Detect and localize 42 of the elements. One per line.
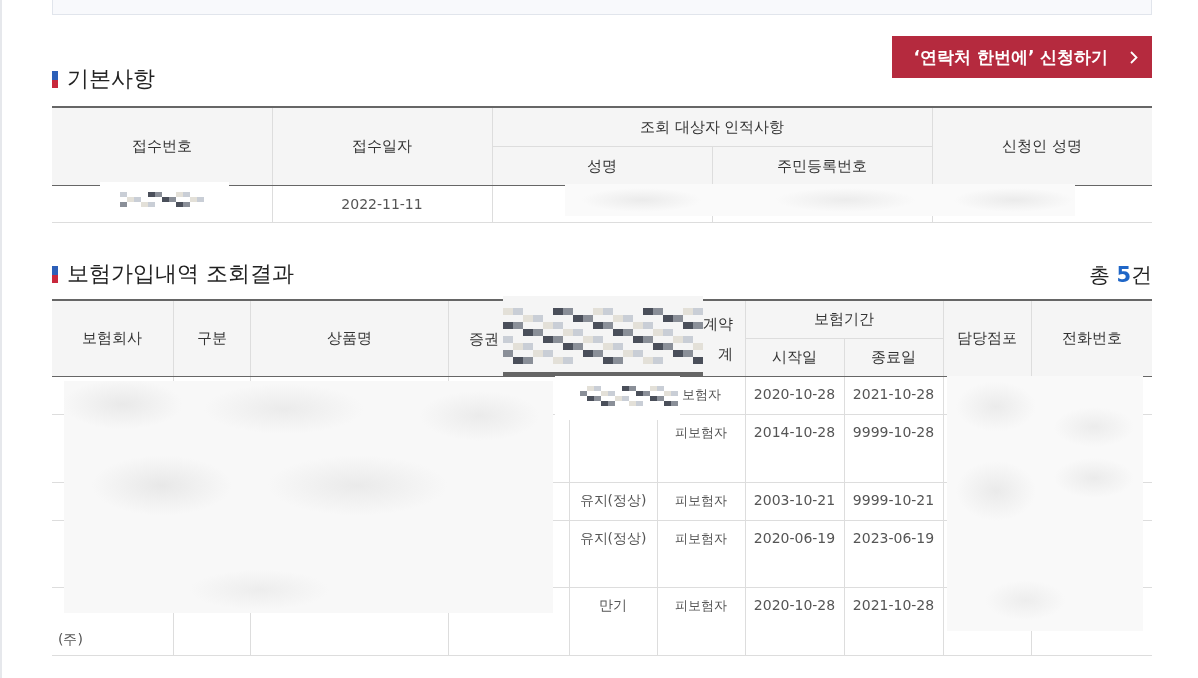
start-date: 2003-10-21 bbox=[753, 492, 836, 508]
start-date: 2020-10-28 bbox=[753, 597, 836, 613]
section-title: 보험가입내역 조회결과 bbox=[67, 260, 294, 288]
end-date: 2021-10-28 bbox=[852, 386, 935, 402]
total-count: 5 bbox=[1116, 263, 1131, 287]
column-header: 접수일자 bbox=[272, 107, 492, 186]
column-header: 상품명 bbox=[250, 300, 448, 377]
status-text: 유지(정상) bbox=[579, 530, 647, 546]
end-date: 2023-06-19 bbox=[852, 530, 935, 546]
start-date: 2014-10-28 bbox=[753, 424, 836, 440]
column-header: 접수번호 bbox=[52, 107, 272, 186]
start-date: 2020-06-19 bbox=[753, 530, 836, 546]
chevron-right-icon bbox=[1130, 50, 1139, 64]
column-header: 신청인 성명 bbox=[932, 107, 1152, 186]
column-header: 시작일 bbox=[745, 338, 844, 377]
apply-button[interactable]: ‘연락처 한번에’ 신청하기 bbox=[892, 36, 1152, 78]
role-text: 피보험자 bbox=[675, 493, 727, 508]
company-name: (주) bbox=[57, 630, 84, 649]
column-header: 보험기간 bbox=[745, 300, 943, 339]
column-header: 조회 대상자 인적사항 bbox=[492, 107, 932, 147]
status-text: 유지(정상) bbox=[579, 492, 647, 508]
start-date: 2020-10-28 bbox=[753, 386, 836, 402]
end-date: 9999-10-28 bbox=[852, 424, 935, 440]
total-unit: 건 bbox=[1131, 262, 1152, 289]
role-text: 피보험자 bbox=[675, 531, 727, 546]
status-text: 만기 bbox=[599, 597, 627, 613]
section-marker-icon bbox=[52, 265, 58, 283]
section-marker-icon bbox=[52, 70, 58, 88]
end-date: 9999-10-21 bbox=[852, 492, 935, 508]
section-title: 기본사항 bbox=[67, 65, 155, 93]
column-header: 종료일 bbox=[844, 338, 943, 377]
column-header: 성명 bbox=[492, 146, 712, 186]
role-text: 피보험자 bbox=[675, 598, 727, 613]
table-cell: 2022-11-11 bbox=[272, 185, 492, 223]
role-text: 보험자 bbox=[681, 387, 721, 402]
column-header: 전화번호 bbox=[1031, 300, 1152, 377]
end-date: 2021-10-28 bbox=[852, 597, 935, 613]
column-header: 보험회사 bbox=[52, 300, 173, 377]
column-header: 구분 bbox=[173, 300, 250, 377]
role-text: 피보험자 bbox=[675, 425, 727, 440]
column-header: 담당점포 bbox=[943, 300, 1031, 377]
total-label: 총 bbox=[1089, 262, 1111, 289]
